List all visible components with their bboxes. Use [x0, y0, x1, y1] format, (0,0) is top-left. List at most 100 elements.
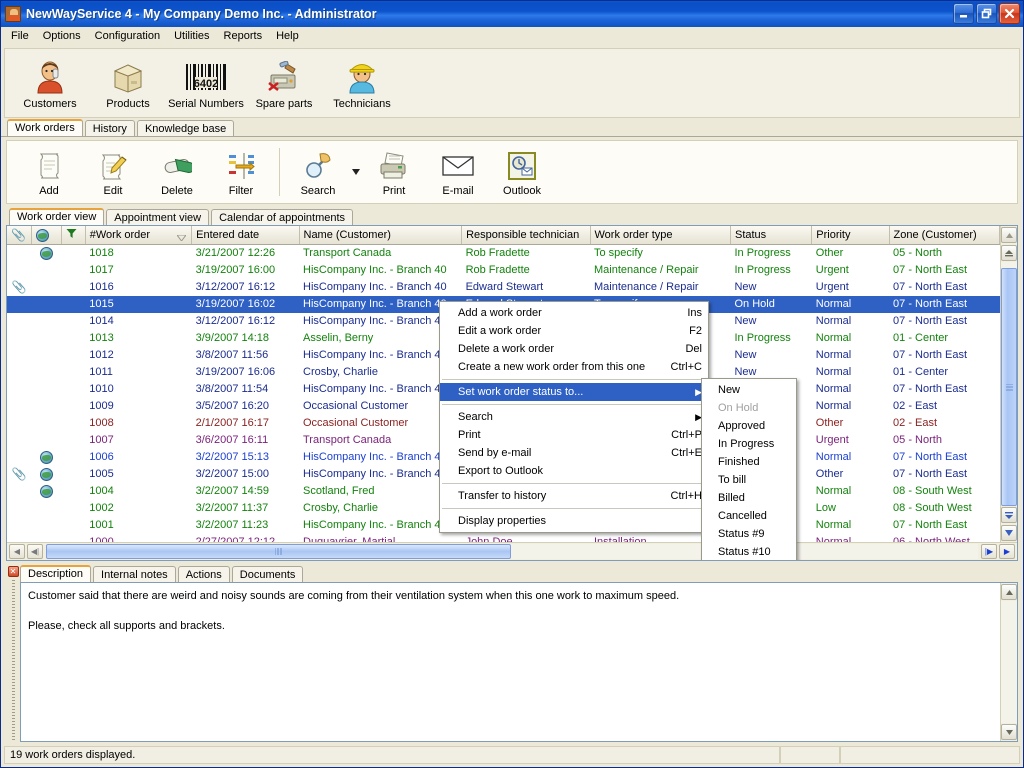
context-menu-item-label: Transfer to history [458, 490, 547, 502]
column-header-responsible-technician[interactable]: Responsible technician [461, 226, 591, 245]
add-button[interactable]: Add [17, 144, 81, 200]
description-content[interactable]: Customer said that there are weird and n… [21, 583, 1000, 741]
context-menu-item-edit-a-work-order[interactable]: Edit a work order F2 [440, 322, 708, 340]
status-option-finished[interactable]: Finished [702, 453, 796, 471]
tab-history[interactable]: History [84, 120, 135, 136]
filter-button[interactable]: Filter [209, 144, 273, 200]
row-priority: Normal [815, 519, 852, 531]
edit-button[interactable]: Edit [81, 144, 145, 200]
tab-knowledge-base[interactable]: Knowledge base [136, 120, 235, 136]
panel-grip[interactable] [11, 580, 15, 742]
column-header-priority[interactable]: Priority [811, 226, 890, 245]
scrollbar-thumb[interactable] [1001, 268, 1017, 506]
menu-reports[interactable]: Reports [217, 28, 270, 44]
set-status-submenu[interactable]: New On Hold Approved In Progress Finished To … [701, 378, 797, 560]
row-work-order-id: 1018 [89, 247, 114, 260]
previous-record-button[interactable]: ◀| [27, 544, 43, 559]
scroll-page-up-button[interactable] [1001, 245, 1017, 261]
status-option-status-9[interactable]: Status #9 [702, 525, 796, 543]
hscroll-track[interactable] [46, 544, 978, 559]
search-button[interactable]: Search [286, 144, 350, 200]
tab-internal-notes-label: Internal notes [101, 569, 168, 581]
delete-button[interactable]: Delete [145, 144, 209, 200]
next-record-button[interactable]: |▶ [981, 544, 997, 559]
status-option-status-10[interactable]: Status #10 [702, 543, 796, 560]
menu-file[interactable]: File [4, 28, 36, 44]
column-header-attachment[interactable]: 📎 [7, 226, 32, 245]
context-menu-item-transfer-to-history[interactable]: Transfer to history Ctrl+H [440, 487, 708, 505]
tab-documents[interactable]: Documents [231, 566, 304, 582]
context-menu-item-add-a-work-order[interactable]: Add a work order Ins [440, 304, 708, 322]
context-menu-item-set-work-order-status-to[interactable]: Set work order status to... ▶ [440, 383, 708, 401]
row-priority: Urgent [815, 434, 849, 446]
description-scrollbar-track[interactable] [1001, 601, 1017, 723]
module-button-products[interactable]: Products [89, 52, 167, 114]
menu-utilities[interactable]: Utilities [167, 28, 216, 44]
maximize-restore-button[interactable] [976, 3, 997, 24]
column-header-filter[interactable] [61, 226, 86, 245]
column-header-entered-date[interactable]: Entered date [191, 226, 300, 245]
menu-configuration[interactable]: Configuration [88, 28, 167, 44]
scroll-down-button[interactable] [1001, 525, 1017, 541]
email-button[interactable]: E-mail [426, 144, 490, 200]
print-button[interactable]: Print [362, 144, 426, 200]
tab-internal-notes[interactable]: Internal notes [93, 566, 176, 582]
last-record-button[interactable]: ▶ [999, 544, 1015, 559]
status-option-approved[interactable]: Approved [702, 417, 796, 435]
window-title: NewWayService 4 - My Company Demo Inc. -… [26, 7, 377, 21]
tab-actions[interactable]: Actions [177, 566, 230, 582]
context-menu-item-export-to-outlook[interactable]: Export to Outlook [440, 462, 708, 480]
menu-options[interactable]: Options [36, 28, 88, 44]
module-button-customers[interactable]: Customers [11, 52, 89, 114]
tab-description[interactable]: Description [20, 565, 92, 582]
row-entered-date: 3/2/2007 14:59 [195, 485, 270, 497]
row-work-order-id: 1005 [89, 468, 114, 480]
menu-help[interactable]: Help [269, 28, 306, 44]
hscroll-thumb[interactable] [46, 544, 511, 559]
tab-calendar-of-appointments[interactable]: Calendar of appointments [211, 209, 354, 225]
context-menu-item-print[interactable]: Print Ctrl+P [440, 426, 708, 444]
search-dropdown-arrow-icon[interactable] [350, 144, 362, 200]
context-menu-item-create-a-new-work-order-from-this-one[interactable]: Create a new work order from this one Ctr… [440, 358, 708, 376]
column-header-work-order[interactable]: #Work order [85, 226, 193, 245]
outlook-button[interactable]: Outlook [490, 144, 554, 200]
table-row[interactable]: 📎 1016 3/12/2007 16:12 HisCompany Inc. - Br… [7, 279, 1000, 296]
module-button-serial-numbers[interactable]: 6402 Serial Numbers [167, 52, 245, 114]
description-vertical-scrollbar[interactable] [1000, 583, 1017, 741]
column-header-customer-name[interactable]: Name (Customer) [299, 226, 463, 245]
scrollbar-track[interactable] [1001, 262, 1017, 506]
status-option-billed[interactable]: Billed [702, 489, 796, 507]
close-button[interactable] [999, 3, 1020, 24]
module-button-spare-parts[interactable]: Spare parts [245, 52, 323, 114]
scroll-page-down-button[interactable] [1001, 507, 1017, 523]
context-menu-item-display-properties[interactable]: Display properties [440, 512, 708, 530]
description-scroll-up-button[interactable] [1001, 584, 1017, 600]
context-menu-item-delete-a-work-order[interactable]: Delete a work order Del [440, 340, 708, 358]
work-order-context-menu[interactable]: Add a work order Ins Edit a work order F2 De… [439, 301, 709, 533]
grid-vertical-scrollbar[interactable] [1000, 226, 1017, 542]
grid-horizontal-scrollbar[interactable]: ◀ ◀| |▶ ▶ [7, 542, 1017, 560]
tab-work-orders[interactable]: Work orders [7, 119, 83, 136]
table-row[interactable]: 1017 3/19/2007 16:00 HisCompany Inc. - Bra… [7, 262, 1000, 279]
scroll-up-button[interactable] [1001, 227, 1017, 243]
column-header-status[interactable]: Status [730, 226, 813, 245]
context-menu-item-search[interactable]: Search ▶ [440, 408, 708, 426]
context-menu-item-send-by-e-mail[interactable]: Send by e-mail Ctrl+E [440, 444, 708, 462]
first-record-button[interactable]: ◀ [9, 544, 25, 559]
column-header-web[interactable] [31, 226, 62, 245]
status-option-cancelled[interactable]: Cancelled [702, 507, 796, 525]
table-row[interactable]: 1018 3/21/2007 12:26 Transport Canada Rob F… [7, 245, 1000, 262]
description-scroll-down-button[interactable] [1001, 724, 1017, 740]
column-header-zone[interactable]: Zone (Customer) [889, 226, 1001, 245]
tab-appointment-view[interactable]: Appointment view [106, 209, 210, 225]
module-button-technicians[interactable]: Technicians [323, 52, 401, 114]
status-option-to-bill[interactable]: To bill [702, 471, 796, 489]
close-detail-panel-button[interactable]: ✕ [7, 566, 19, 577]
row-entered-date: 3/5/2007 16:20 [195, 400, 270, 412]
description-textarea[interactable]: Customer said that there are weird and n… [20, 582, 1018, 742]
status-option-new[interactable]: New [702, 381, 796, 399]
column-header-work-order-type[interactable]: Work order type [590, 226, 731, 245]
minimize-button[interactable] [953, 3, 974, 24]
status-option-in-progress[interactable]: In Progress [702, 435, 796, 453]
tab-work-order-view[interactable]: Work order view [9, 208, 105, 225]
